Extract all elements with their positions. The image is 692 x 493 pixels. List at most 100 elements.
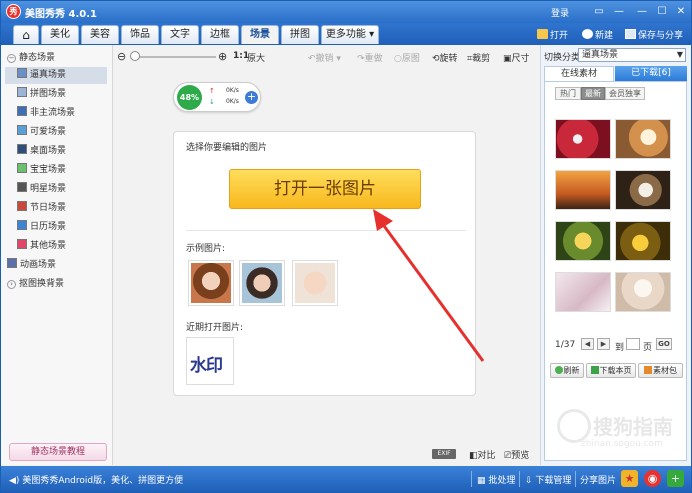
tree-item-realistic[interactable]: 逼真场景 bbox=[5, 67, 107, 84]
material-pack-button[interactable]: 素材包 bbox=[638, 363, 683, 378]
zoom-out-icon[interactable]: ⊖ bbox=[117, 50, 126, 63]
memory-accelerator-widget[interactable]: 48% ↑ 0K/s ↓ 0K/s + bbox=[173, 82, 261, 112]
login-link[interactable]: 登录 bbox=[551, 6, 569, 19]
open-top-button[interactable]: 打开 bbox=[537, 28, 568, 41]
baby-icon bbox=[17, 163, 27, 173]
close-button[interactable]: ✕ bbox=[673, 4, 689, 19]
tab-collage[interactable]: 拼图 bbox=[281, 25, 319, 44]
calendar-icon bbox=[17, 220, 27, 230]
exif-button[interactable]: EXIF bbox=[432, 449, 456, 459]
tree-item-desktop[interactable]: 桌面场景 bbox=[17, 143, 66, 160]
tab-decoration[interactable]: 饰品 bbox=[121, 25, 159, 44]
save-icon bbox=[625, 29, 636, 39]
refresh-button[interactable]: 刷新 bbox=[550, 363, 584, 378]
divider bbox=[575, 471, 576, 487]
new-top-button[interactable]: 新建 bbox=[582, 28, 613, 41]
minimize-button[interactable]: — bbox=[634, 4, 650, 19]
filter-latest[interactable]: 最新 bbox=[581, 87, 605, 100]
tree-item-nonmainstream[interactable]: 非主流场景 bbox=[17, 105, 75, 122]
prev-page-button[interactable]: ◀ bbox=[581, 338, 594, 350]
tab-border[interactable]: 边框 bbox=[201, 25, 239, 44]
tree-group-dynamic[interactable]: 动画场景 bbox=[7, 257, 56, 274]
material-thumb[interactable] bbox=[555, 221, 611, 261]
material-thumb[interactable] bbox=[555, 170, 611, 210]
collage-icon bbox=[17, 87, 27, 97]
tree-item-other[interactable]: 其他场景 bbox=[17, 238, 66, 255]
meitu-logo-icon[interactable]: ◉ bbox=[644, 470, 661, 487]
accelerate-plus-icon[interactable]: + bbox=[245, 91, 258, 104]
sample-photo-woman bbox=[242, 263, 282, 303]
filter-vip[interactable]: 会员独享 bbox=[605, 87, 645, 100]
status-promo-text[interactable]: ◀) 美图秀秀Android版，美化、拼图更方便 bbox=[9, 473, 183, 486]
upload-arrow-icon: ↑ bbox=[209, 87, 215, 95]
tab-online-material[interactable]: 在线素材 bbox=[544, 66, 614, 81]
sample-image-2[interactable] bbox=[239, 260, 285, 306]
select-image-prompt: 选择你要编辑的图片 bbox=[186, 143, 268, 153]
tab-more-functions[interactable]: 更多功能 ▾ bbox=[321, 25, 379, 44]
batch-process-button[interactable]: ▦ 批处理 bbox=[477, 473, 515, 486]
material-thumb[interactable] bbox=[555, 272, 611, 312]
static-scene-tutorial-button[interactable]: 静态场景教程 bbox=[9, 443, 107, 461]
material-thumb[interactable] bbox=[615, 119, 671, 159]
tree-item-calendar[interactable]: 日历场景 bbox=[17, 219, 66, 236]
sample-image-1[interactable] bbox=[188, 260, 234, 306]
zoom-in-icon[interactable]: ⊕ bbox=[218, 50, 227, 63]
recent-image-1[interactable]: 水印 bbox=[186, 337, 234, 385]
crop-button[interactable]: ⌗裁剪 bbox=[467, 51, 490, 64]
recent-image-watermark-text: 水印 bbox=[190, 356, 223, 376]
filter-hot[interactable]: 热门 bbox=[555, 87, 581, 100]
edit-toolbar: ⊖ ⊕ 1:1 原大 ↶撤销 ▾ ↷重做 ○原图 ⟲旋转 ⌗裁剪 ▣尺寸 bbox=[114, 45, 539, 67]
tree-item-festival[interactable]: 节日场景 bbox=[17, 200, 66, 217]
tab-face[interactable]: 美容 bbox=[81, 25, 119, 44]
star-favorite-icon[interactable]: ★ bbox=[621, 470, 638, 487]
open-image-button[interactable]: 打开一张图片 bbox=[229, 169, 421, 209]
sample-image-3[interactable] bbox=[292, 260, 338, 306]
rotate-button[interactable]: ⟲旋转 bbox=[432, 51, 458, 64]
material-thumb[interactable] bbox=[555, 119, 611, 159]
material-thumb[interactable] bbox=[615, 272, 671, 312]
download-manager-button[interactable]: ⇩ 下载管理 bbox=[525, 473, 571, 486]
compare-button[interactable]: ◧对比 bbox=[469, 448, 496, 461]
page-number-input[interactable] bbox=[626, 338, 640, 350]
add-plus-icon[interactable]: + bbox=[667, 470, 684, 487]
tree-item-baby[interactable]: 宝宝场景 bbox=[17, 162, 66, 179]
sample-images-label: 示例图片: bbox=[186, 244, 226, 254]
home-tab[interactable]: ⌂ bbox=[13, 25, 39, 44]
material-list: 热门 最新 会员独享 1/37 ◀ ▶ 到 页 GO 刷新 下载本页 素材包 bbox=[544, 81, 687, 461]
tree-group-static[interactable]: − 静态场景 bbox=[7, 50, 55, 67]
restore-icon: ○ bbox=[394, 54, 402, 64]
menu-icon[interactable]: — bbox=[611, 4, 627, 19]
go-button[interactable]: GO bbox=[656, 338, 672, 350]
tab-text[interactable]: 文字 bbox=[161, 25, 199, 44]
material-thumb[interactable] bbox=[615, 221, 671, 261]
preview-button[interactable]: ⎚预览 bbox=[504, 448, 529, 461]
save-share-button[interactable]: 保存与分享 bbox=[625, 28, 683, 41]
upload-speed: 0K/s bbox=[226, 87, 239, 94]
category-select[interactable]: 逼真场景 ▼ bbox=[578, 48, 686, 62]
skin-icon[interactable]: ▭ bbox=[591, 4, 607, 19]
plus-circle-icon bbox=[582, 29, 593, 39]
tab-downloaded[interactable]: 已下载[6] bbox=[615, 66, 687, 81]
share-picture-button[interactable]: 分享图片 bbox=[580, 473, 616, 486]
zoom-slider[interactable] bbox=[136, 56, 216, 58]
tree-item-star[interactable]: 明星场景 bbox=[17, 181, 66, 198]
tab-beautify[interactable]: 美化 bbox=[41, 25, 79, 44]
tab-scene[interactable]: 场景 bbox=[241, 25, 279, 44]
zoom-slider-handle[interactable] bbox=[130, 51, 140, 61]
maximize-button[interactable]: ☐ bbox=[654, 4, 670, 19]
restore-original-button[interactable]: ○原图 bbox=[394, 51, 420, 64]
tree-item-collage[interactable]: 拼图场景 bbox=[17, 86, 66, 103]
material-thumb[interactable] bbox=[615, 170, 671, 210]
tree-item-cute[interactable]: 可爱场景 bbox=[17, 124, 66, 141]
resize-button[interactable]: ▣尺寸 bbox=[503, 51, 530, 64]
tree-group-cutout[interactable]: › 抠图换背景 bbox=[7, 276, 64, 293]
download-manager-icon: ⇩ bbox=[525, 476, 533, 486]
divider bbox=[186, 230, 466, 231]
next-page-button[interactable]: ▶ bbox=[597, 338, 610, 350]
original-size-button[interactable]: 原大 bbox=[247, 51, 265, 64]
undo-button[interactable]: ↶撤销 ▾ bbox=[308, 51, 341, 64]
redo-button[interactable]: ↷重做 bbox=[357, 51, 383, 64]
download-page-button[interactable]: 下载本页 bbox=[586, 363, 636, 378]
redo-icon: ↷ bbox=[357, 54, 365, 64]
app-logo-icon: 秀 bbox=[6, 4, 21, 19]
